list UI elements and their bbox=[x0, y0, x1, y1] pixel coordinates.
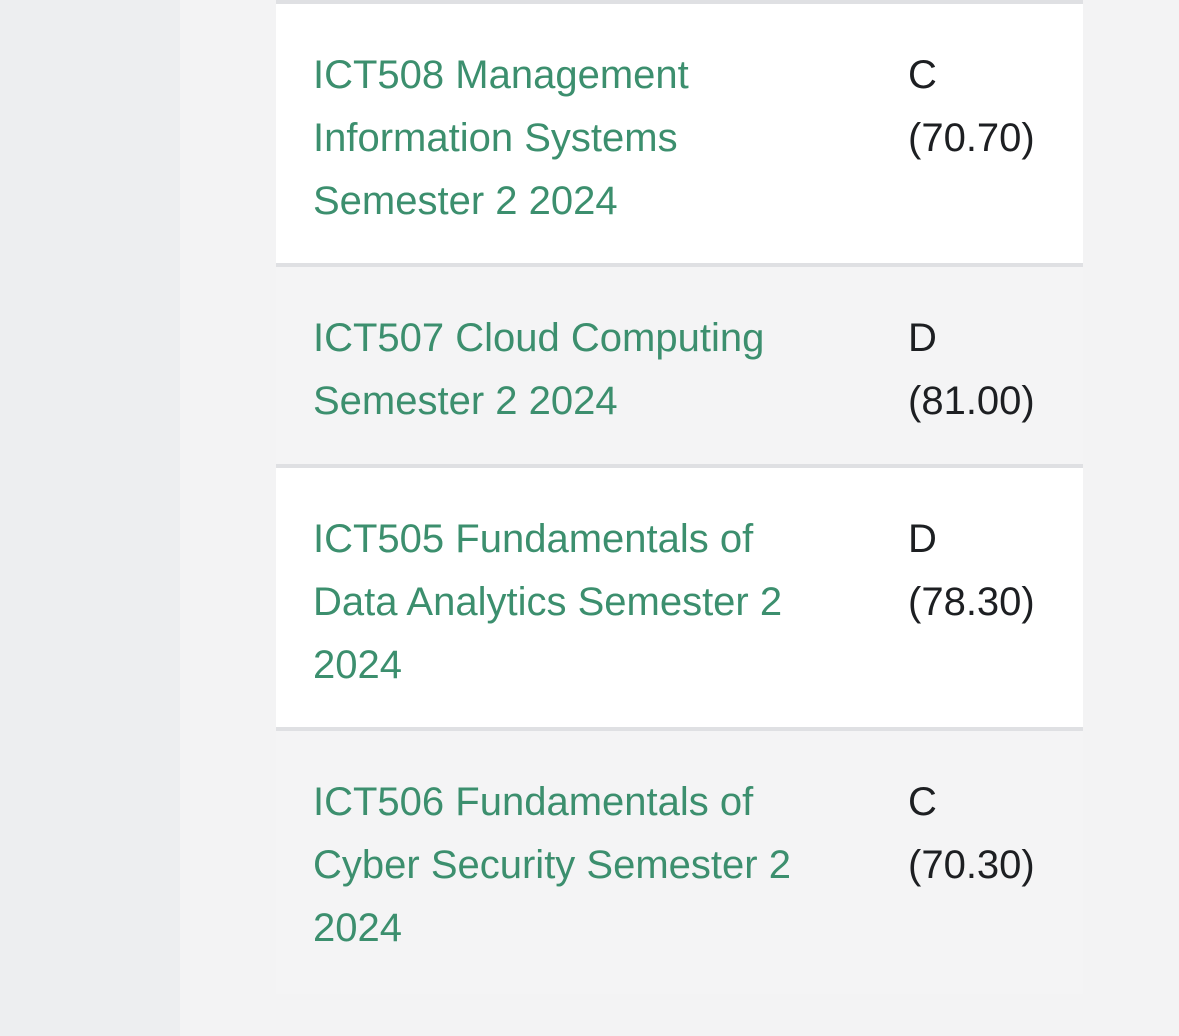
course-link[interactable]: ICT507 Cloud Computing Semester 2 2024 bbox=[313, 307, 833, 433]
grade-cell: C (70.70) bbox=[908, 44, 1058, 170]
table-row: ICT505 Fundamentals of Data Analytics Se… bbox=[276, 468, 1083, 731]
table-row: ICT506 Fundamentals of Cyber Security Se… bbox=[276, 731, 1083, 994]
course-link[interactable]: ICT508 Management Information Systems Se… bbox=[313, 44, 833, 233]
grade-letter: C bbox=[908, 780, 937, 824]
table-row: ICT507 Cloud Computing Semester 2 2024 D… bbox=[276, 267, 1083, 468]
grade-cell: D (78.30) bbox=[908, 508, 1058, 634]
grade-cell: C (70.30) bbox=[908, 771, 1058, 897]
grade-cell: D (81.00) bbox=[908, 307, 1058, 433]
course-link[interactable]: ICT506 Fundamentals of Cyber Security Se… bbox=[313, 771, 833, 960]
grade-letter: C bbox=[908, 53, 937, 97]
grades-table: ICT508 Management Information Systems Se… bbox=[276, 0, 1083, 994]
grade-score: (81.00) bbox=[908, 379, 1035, 423]
grade-score: (70.70) bbox=[908, 116, 1035, 160]
table-row: ICT508 Management Information Systems Se… bbox=[276, 4, 1083, 267]
grade-letter: D bbox=[908, 517, 937, 561]
grade-score: (70.30) bbox=[908, 843, 1035, 887]
grade-score: (78.30) bbox=[908, 580, 1035, 624]
grade-letter: D bbox=[908, 316, 937, 360]
course-link[interactable]: ICT505 Fundamentals of Data Analytics Se… bbox=[313, 508, 833, 697]
